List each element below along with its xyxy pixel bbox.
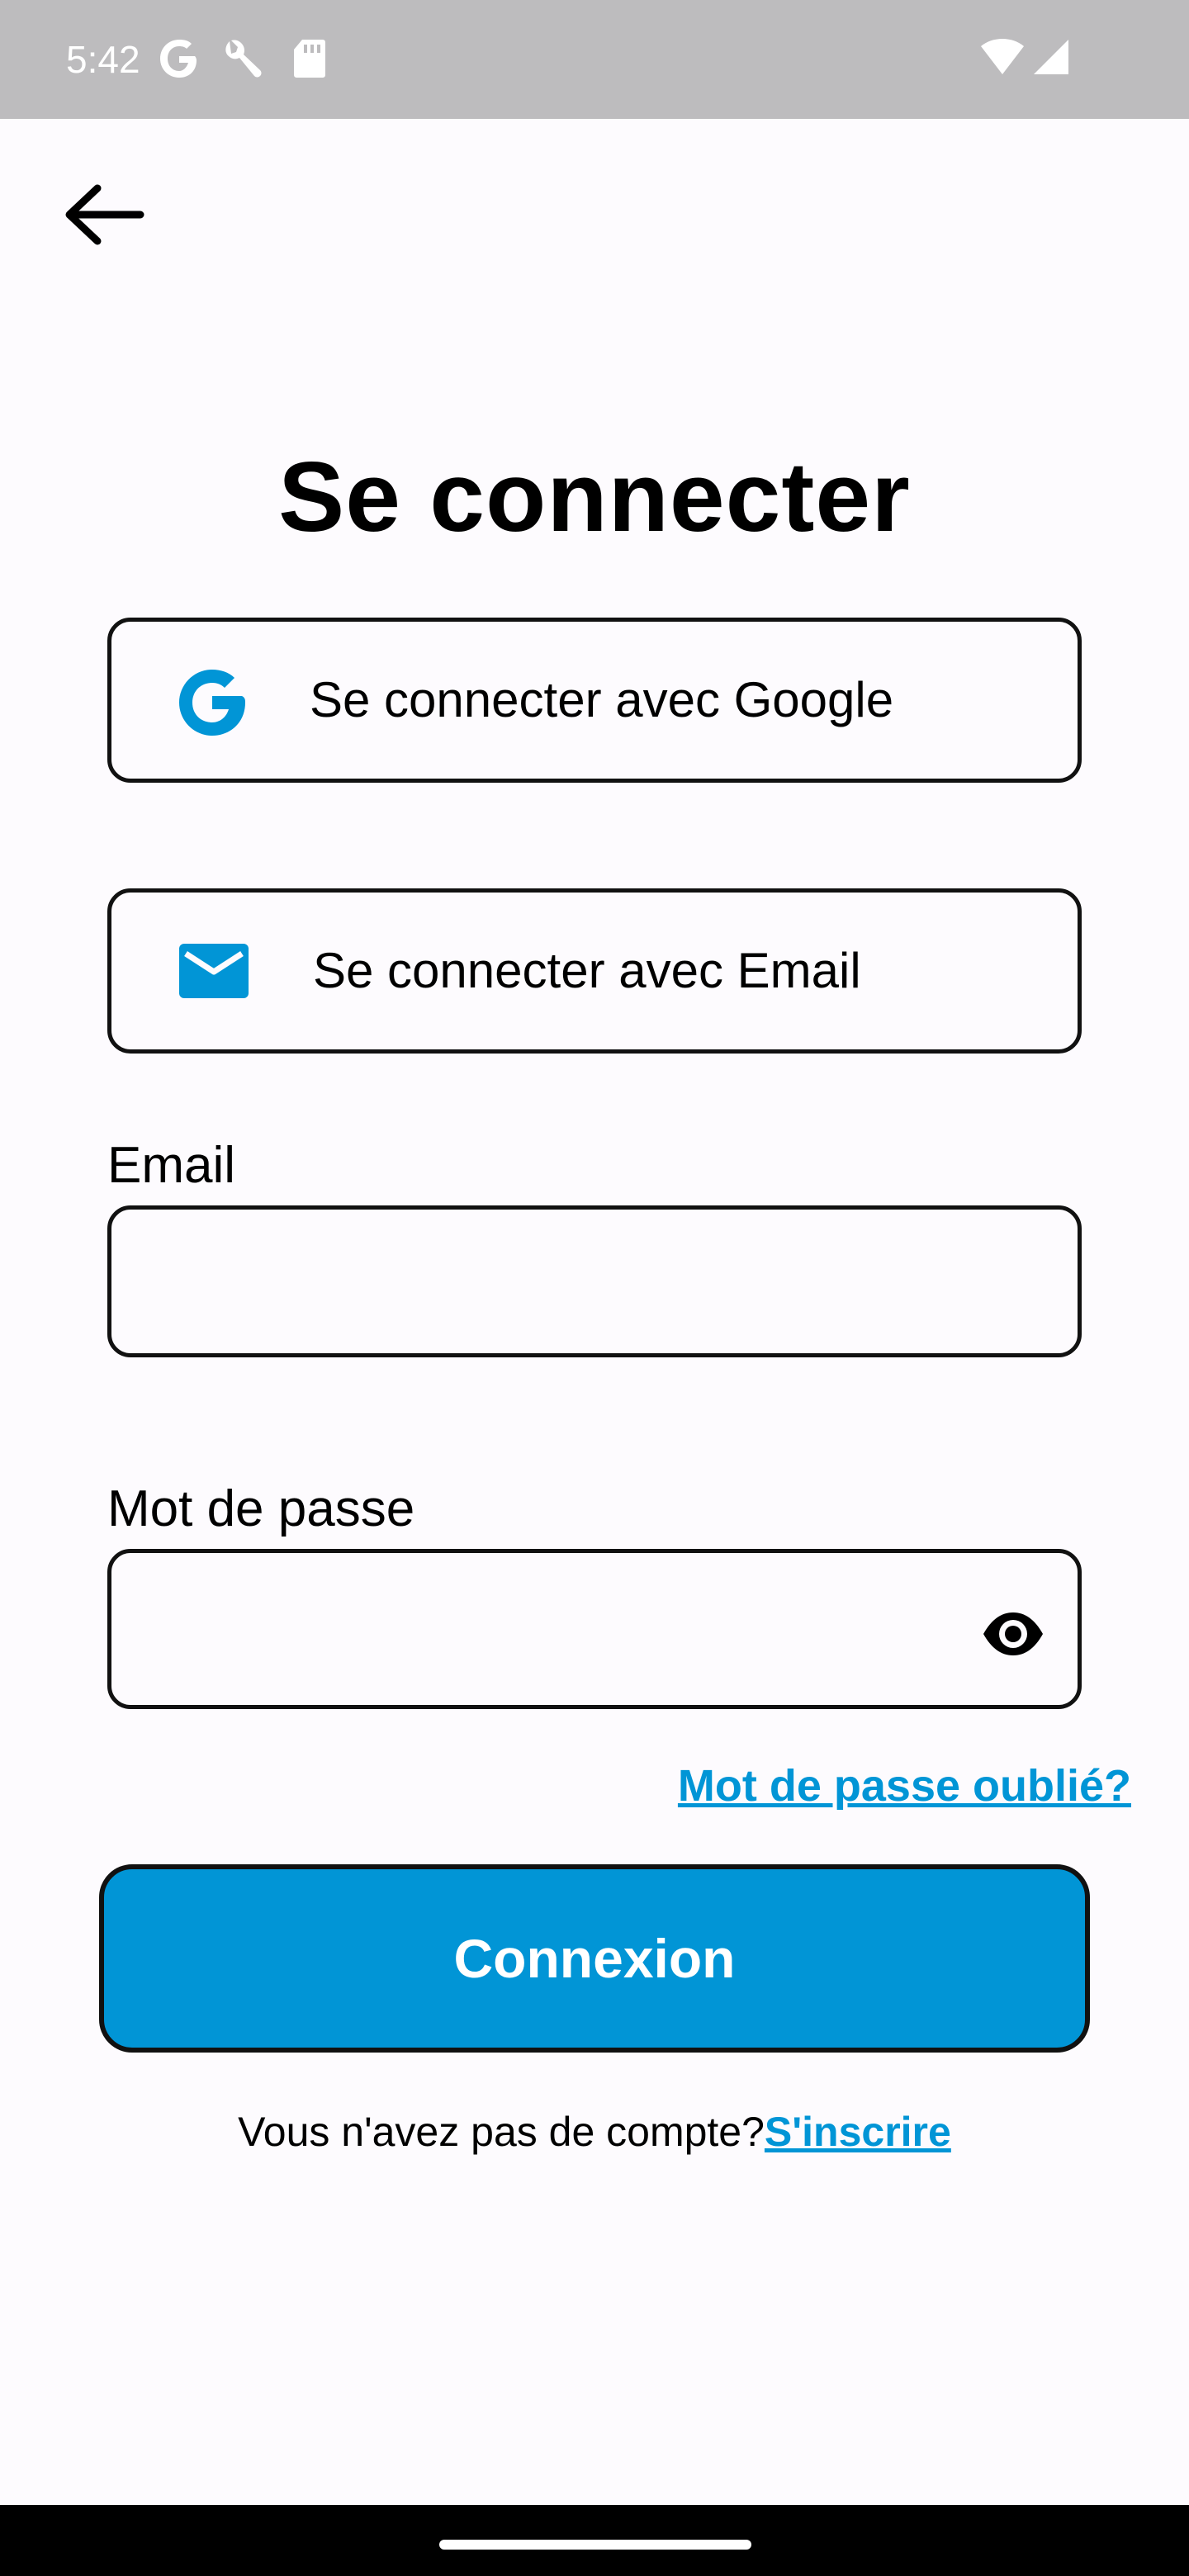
status-time: 5:42: [66, 38, 140, 81]
password-input[interactable]: [136, 1570, 962, 1688]
login-button[interactable]: Connexion: [99, 1864, 1090, 2053]
google-g-icon: [179, 670, 245, 736]
home-handle[interactable]: [439, 2540, 751, 2550]
signup-prompt: Vous n'avez pas de compte?: [238, 2109, 765, 2155]
password-field-label: Mot de passe: [107, 1480, 415, 1537]
wifi-icon: [981, 39, 1024, 74]
page-title: Se connecter: [278, 442, 911, 552]
email-sign-in-button[interactable]: Se connecter avec Email: [107, 888, 1082, 1054]
google-sign-in-label: Se connecter avec Google: [310, 672, 894, 727]
status-bar: 5:42: [0, 0, 1189, 119]
google-sign-in-button[interactable]: Se connecter avec Google: [107, 618, 1082, 783]
signup-row: Vous n'avez pas de compte?S'inscrire: [0, 2105, 1189, 2158]
email-field[interactable]: [107, 1205, 1082, 1357]
sd-card-icon: [294, 40, 325, 78]
back-arrow-icon[interactable]: [58, 178, 150, 251]
google-icon: [160, 40, 197, 78]
wrench-icon: [225, 40, 262, 78]
signup-link[interactable]: S'inscrire: [765, 2109, 951, 2155]
email-input[interactable]: [136, 1226, 962, 1337]
email-field-label: Email: [107, 1137, 236, 1194]
eye-icon[interactable]: [980, 1601, 1046, 1667]
forgot-password-link[interactable]: Mot de passe oublié?: [678, 1759, 1131, 1813]
navigation-bar: [0, 2505, 1189, 2576]
email-sign-in-label: Se connecter avec Email: [313, 943, 861, 998]
envelope-icon: [179, 944, 249, 998]
cellular-signal-icon: [1034, 40, 1068, 74]
password-field[interactable]: [107, 1549, 1082, 1709]
